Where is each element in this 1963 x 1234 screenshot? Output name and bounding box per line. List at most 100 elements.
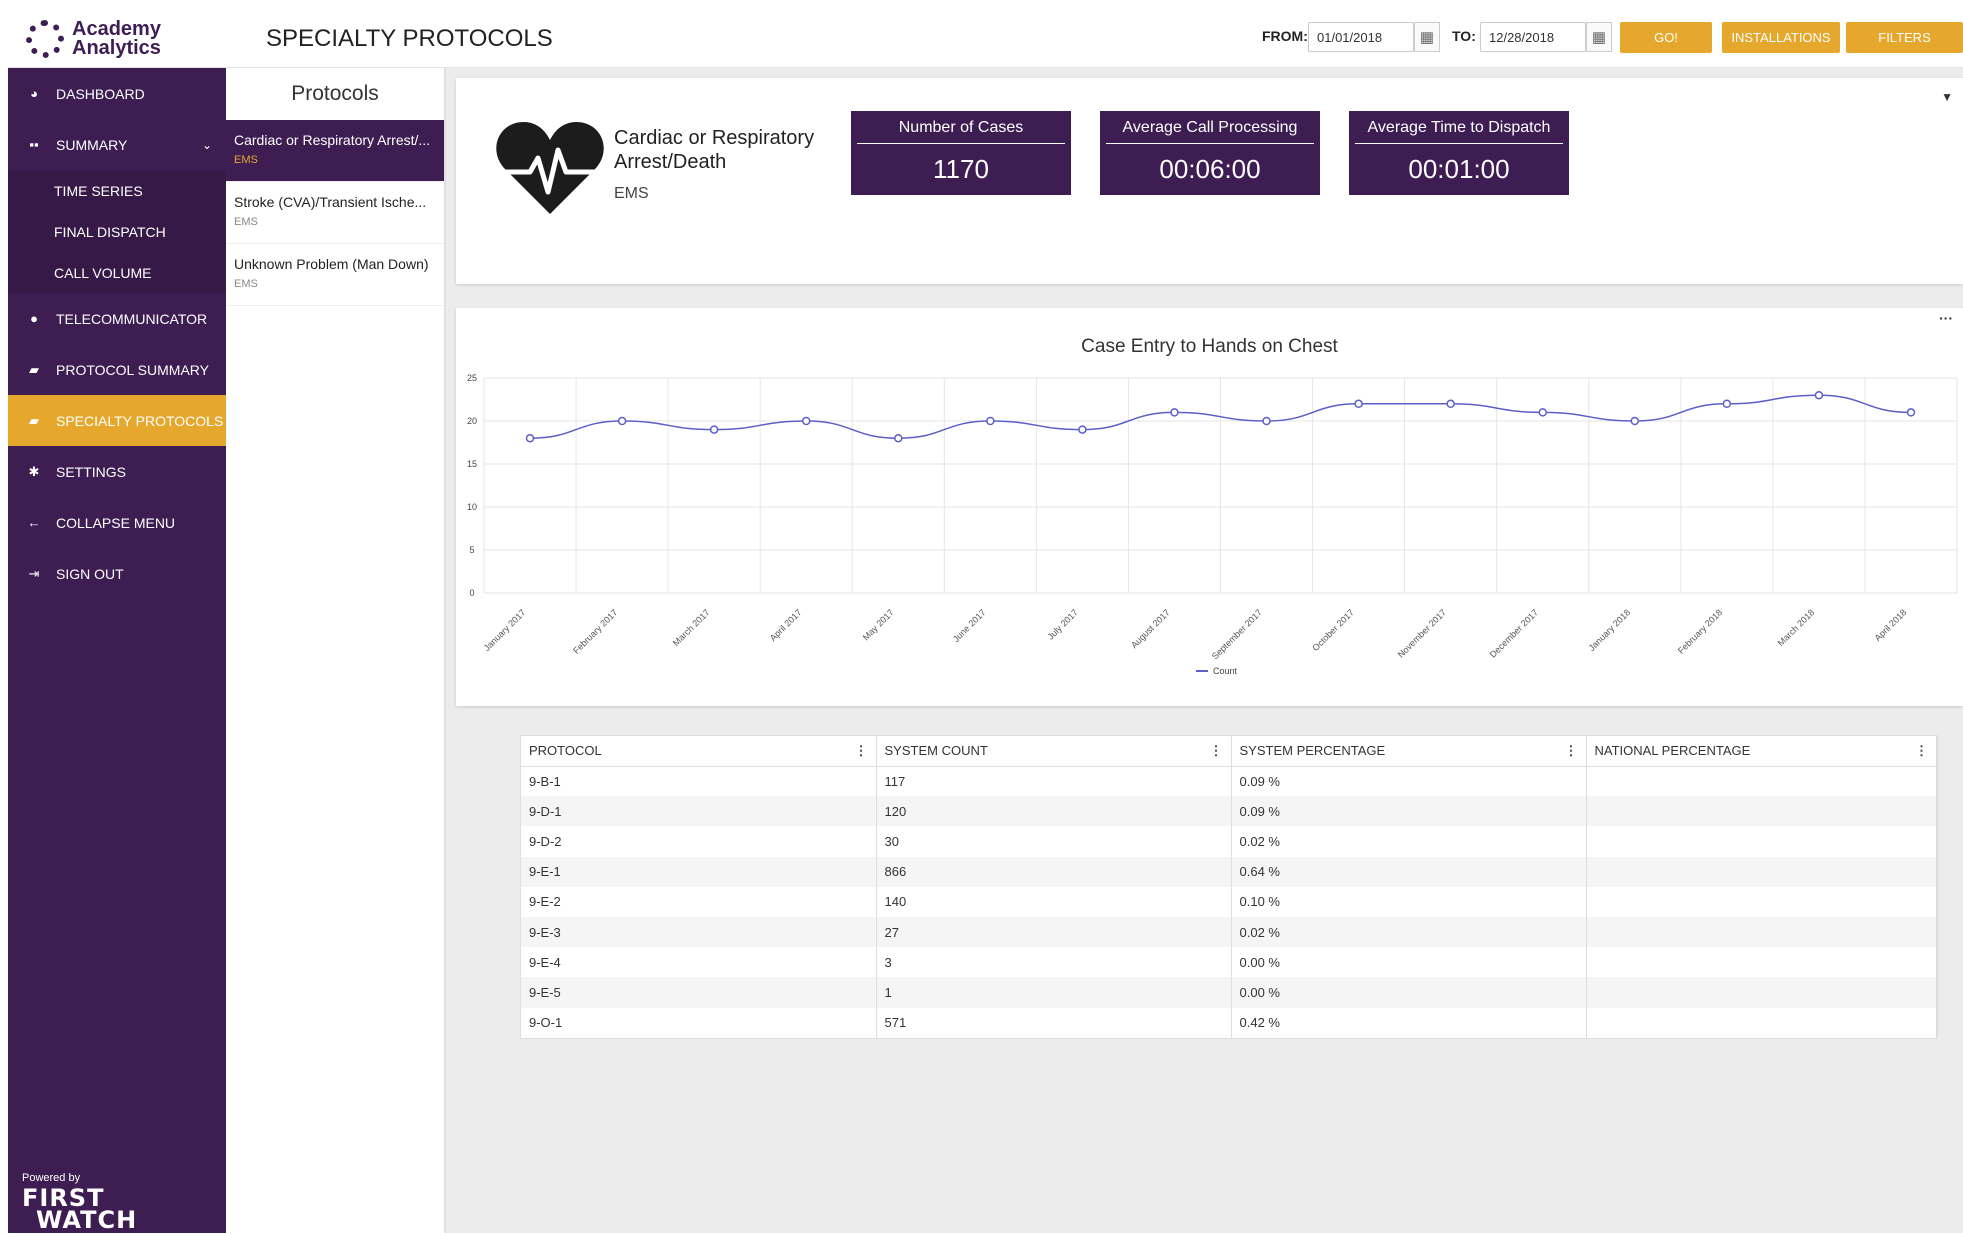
x-tick-label: April 2017 — [768, 607, 804, 643]
data-point — [1262, 416, 1271, 426]
sidebar-item-specialty-protocols[interactable]: ▰ SPECIALTY PROTOCOLS — [8, 395, 226, 446]
book-icon: ▰ — [29, 361, 39, 377]
table-cell: 0.09 % — [1231, 796, 1587, 827]
header: SPECIALTY PROTOCOLS FROM: 01/01/2018 ▦ T… — [226, 10, 1963, 68]
table-cell: 0.64 % — [1231, 856, 1587, 887]
table-row[interactable]: 9-B-1 117 0.09 % — [521, 766, 1937, 797]
data-point — [1722, 399, 1732, 409]
from-label: FROM: — [1262, 28, 1308, 44]
sidebar-item-telecommunicator[interactable]: ● TELECOMMUNICATOR — [8, 293, 226, 344]
data-point — [1538, 408, 1547, 417]
user-icon: ● — [30, 311, 38, 326]
sidebar-item-collapse-menu[interactable]: ← COLLAPSE MENU — [8, 497, 226, 548]
table-cell: 9-E-5 — [521, 977, 877, 1008]
x-tick-label: October 2017 — [1310, 607, 1356, 653]
table-row[interactable]: 9-E-5 1 0.00 % — [521, 977, 1937, 1008]
table-cell: 140 — [876, 886, 1232, 917]
sidebar-item-sign-out[interactable]: ⇥ SIGN OUT — [8, 548, 226, 599]
data-point — [801, 416, 811, 426]
data-point — [1906, 408, 1916, 417]
sidebar-item-settings[interactable]: ✱ SETTINGS — [8, 446, 226, 497]
protocol-item[interactable]: Cardiac or Respiratory Arrest/... EMS — [226, 120, 444, 182]
page-title: SPECIALTY PROTOCOLS — [266, 25, 553, 52]
powered-by: Powered by — [22, 1172, 81, 1184]
table-cell — [1586, 916, 1937, 948]
stat-card: Average Call Processing 00:06:00 — [1100, 111, 1320, 195]
table-row[interactable]: 9-E-1 866 0.64 % — [521, 856, 1937, 887]
sidebar-item-call-volume[interactable]: CALL VOLUME — [8, 252, 226, 293]
stat-card: Number of Cases 1170 — [851, 111, 1071, 195]
table-cell: 3 — [876, 947, 1232, 978]
table-cell — [1586, 766, 1937, 797]
data-point — [1446, 399, 1455, 409]
column-menu-icon[interactable]: ⋮ — [1565, 743, 1578, 759]
sidebar-item-protocol-summary[interactable]: ▰ PROTOCOL SUMMARY — [8, 344, 226, 395]
summary-card: Cardiac or Respiratory Arrest/Death EMS … — [456, 78, 1963, 284]
to-date-input[interactable]: 12/28/2018 — [1480, 22, 1586, 52]
installations-button[interactable]: INSTALLATIONS — [1722, 22, 1840, 53]
column-menu-icon[interactable]: ⋮ — [1915, 743, 1928, 759]
sidebar-nav: ◕ DASHBOARD ▪▪ SUMMARY ⌄ TIME SERIES FIN… — [8, 68, 226, 599]
table-cell — [1586, 826, 1937, 857]
data-point — [986, 416, 995, 426]
table-cell: 0.09 % — [1231, 766, 1587, 797]
arrow-left-icon: ← — [27, 515, 41, 530]
x-tick-label: December 2017 — [1488, 607, 1540, 659]
y-tick-label: 25 — [467, 373, 477, 383]
table-cell: 9-E-3 — [521, 916, 877, 948]
protocol-item[interactable]: Unknown Problem (Man Down) EMS — [226, 244, 444, 306]
table-row[interactable]: 9-E-3 27 0.02 % — [521, 916, 1937, 948]
go-button[interactable]: GO! — [1620, 22, 1712, 53]
x-tick-label: July 2017 — [1046, 607, 1080, 641]
data-point — [525, 433, 535, 443]
protocol-table: PROTOCOL ⋮ SYSTEM COUNT ⋮ SYSTEM PERCENTAG… — [520, 735, 1938, 1039]
logo[interactable]: Academy Analytics — [8, 10, 226, 68]
y-tick-label: 10 — [467, 502, 477, 512]
heart-icon — [496, 122, 604, 214]
table-cell: 9-E-1 — [521, 856, 877, 887]
y-tick-label: 5 — [469, 545, 474, 555]
from-date-input[interactable]: 01/01/2018 — [1308, 22, 1414, 52]
column-menu-icon[interactable]: ⋮ — [855, 743, 868, 759]
table-row[interactable]: 9-E-4 3 0.00 % — [521, 947, 1937, 978]
column-header[interactable]: SYSTEM PERCENTAGE ⋮ — [1231, 736, 1587, 767]
sidebar-item-time-series[interactable]: TIME SERIES — [8, 170, 226, 211]
table-row[interactable]: 9-D-1 120 0.09 % — [521, 796, 1937, 827]
logo-line1: Academy — [72, 17, 161, 40]
column-header[interactable]: NATIONAL PERCENTAGE ⋮ — [1586, 736, 1937, 767]
column-menu-icon[interactable]: ⋮ — [1210, 743, 1223, 759]
table-cell: 0.42 % — [1231, 1007, 1587, 1038]
calendar-icon[interactable]: ▦ — [1414, 22, 1440, 52]
filters-button[interactable]: FILTERS — [1846, 22, 1963, 53]
x-tick-label: September 2017 — [1210, 607, 1264, 661]
protocol-title: Cardiac or Respiratory Arrest/Death — [614, 127, 815, 173]
table-cell: 117 — [876, 766, 1232, 797]
column-header[interactable]: SYSTEM COUNT ⋮ — [876, 736, 1232, 767]
logo-icon — [26, 19, 64, 58]
table-cell — [1586, 886, 1937, 917]
caret-down-icon[interactable]: ▼ — [1941, 90, 1953, 104]
y-tick-label: 0 — [469, 588, 474, 598]
x-tick-label: January 2017 — [482, 607, 528, 653]
sidebar-item-dashboard[interactable]: ◕ DASHBOARD — [8, 68, 226, 119]
table-cell: 866 — [876, 856, 1232, 887]
table-row[interactable]: 9-O-1 571 0.42 % — [521, 1007, 1937, 1038]
data-point — [709, 425, 719, 434]
gear-icon: ✱ — [28, 463, 40, 479]
data-point — [1354, 399, 1363, 409]
table-row[interactable]: 9-E-2 140 0.10 % — [521, 886, 1937, 917]
table-cell: 9-O-1 — [521, 1007, 877, 1038]
firstwatch-logo: FIRST WATCH — [22, 1184, 138, 1234]
table-cell: 9-D-2 — [521, 826, 877, 857]
x-tick-label: May 2017 — [861, 607, 896, 642]
x-tick-label: March 2017 — [671, 607, 712, 648]
calendar-icon[interactable]: ▦ — [1586, 22, 1612, 52]
data-point — [617, 416, 627, 426]
sidebar-item-final-dispatch[interactable]: FINAL DISPATCH — [8, 211, 226, 252]
dashboard-icon: ◕ — [30, 86, 38, 101]
sidebar-item-summary[interactable]: ▪▪ SUMMARY ⌄ — [8, 119, 226, 170]
table-row[interactable]: 9-D-2 30 0.02 % — [521, 826, 1937, 857]
table-cell: 9-D-1 — [521, 796, 877, 827]
column-header[interactable]: PROTOCOL ⋮ — [521, 736, 877, 767]
protocol-item[interactable]: Stroke (CVA)/Transient Ische... EMS — [226, 182, 444, 244]
